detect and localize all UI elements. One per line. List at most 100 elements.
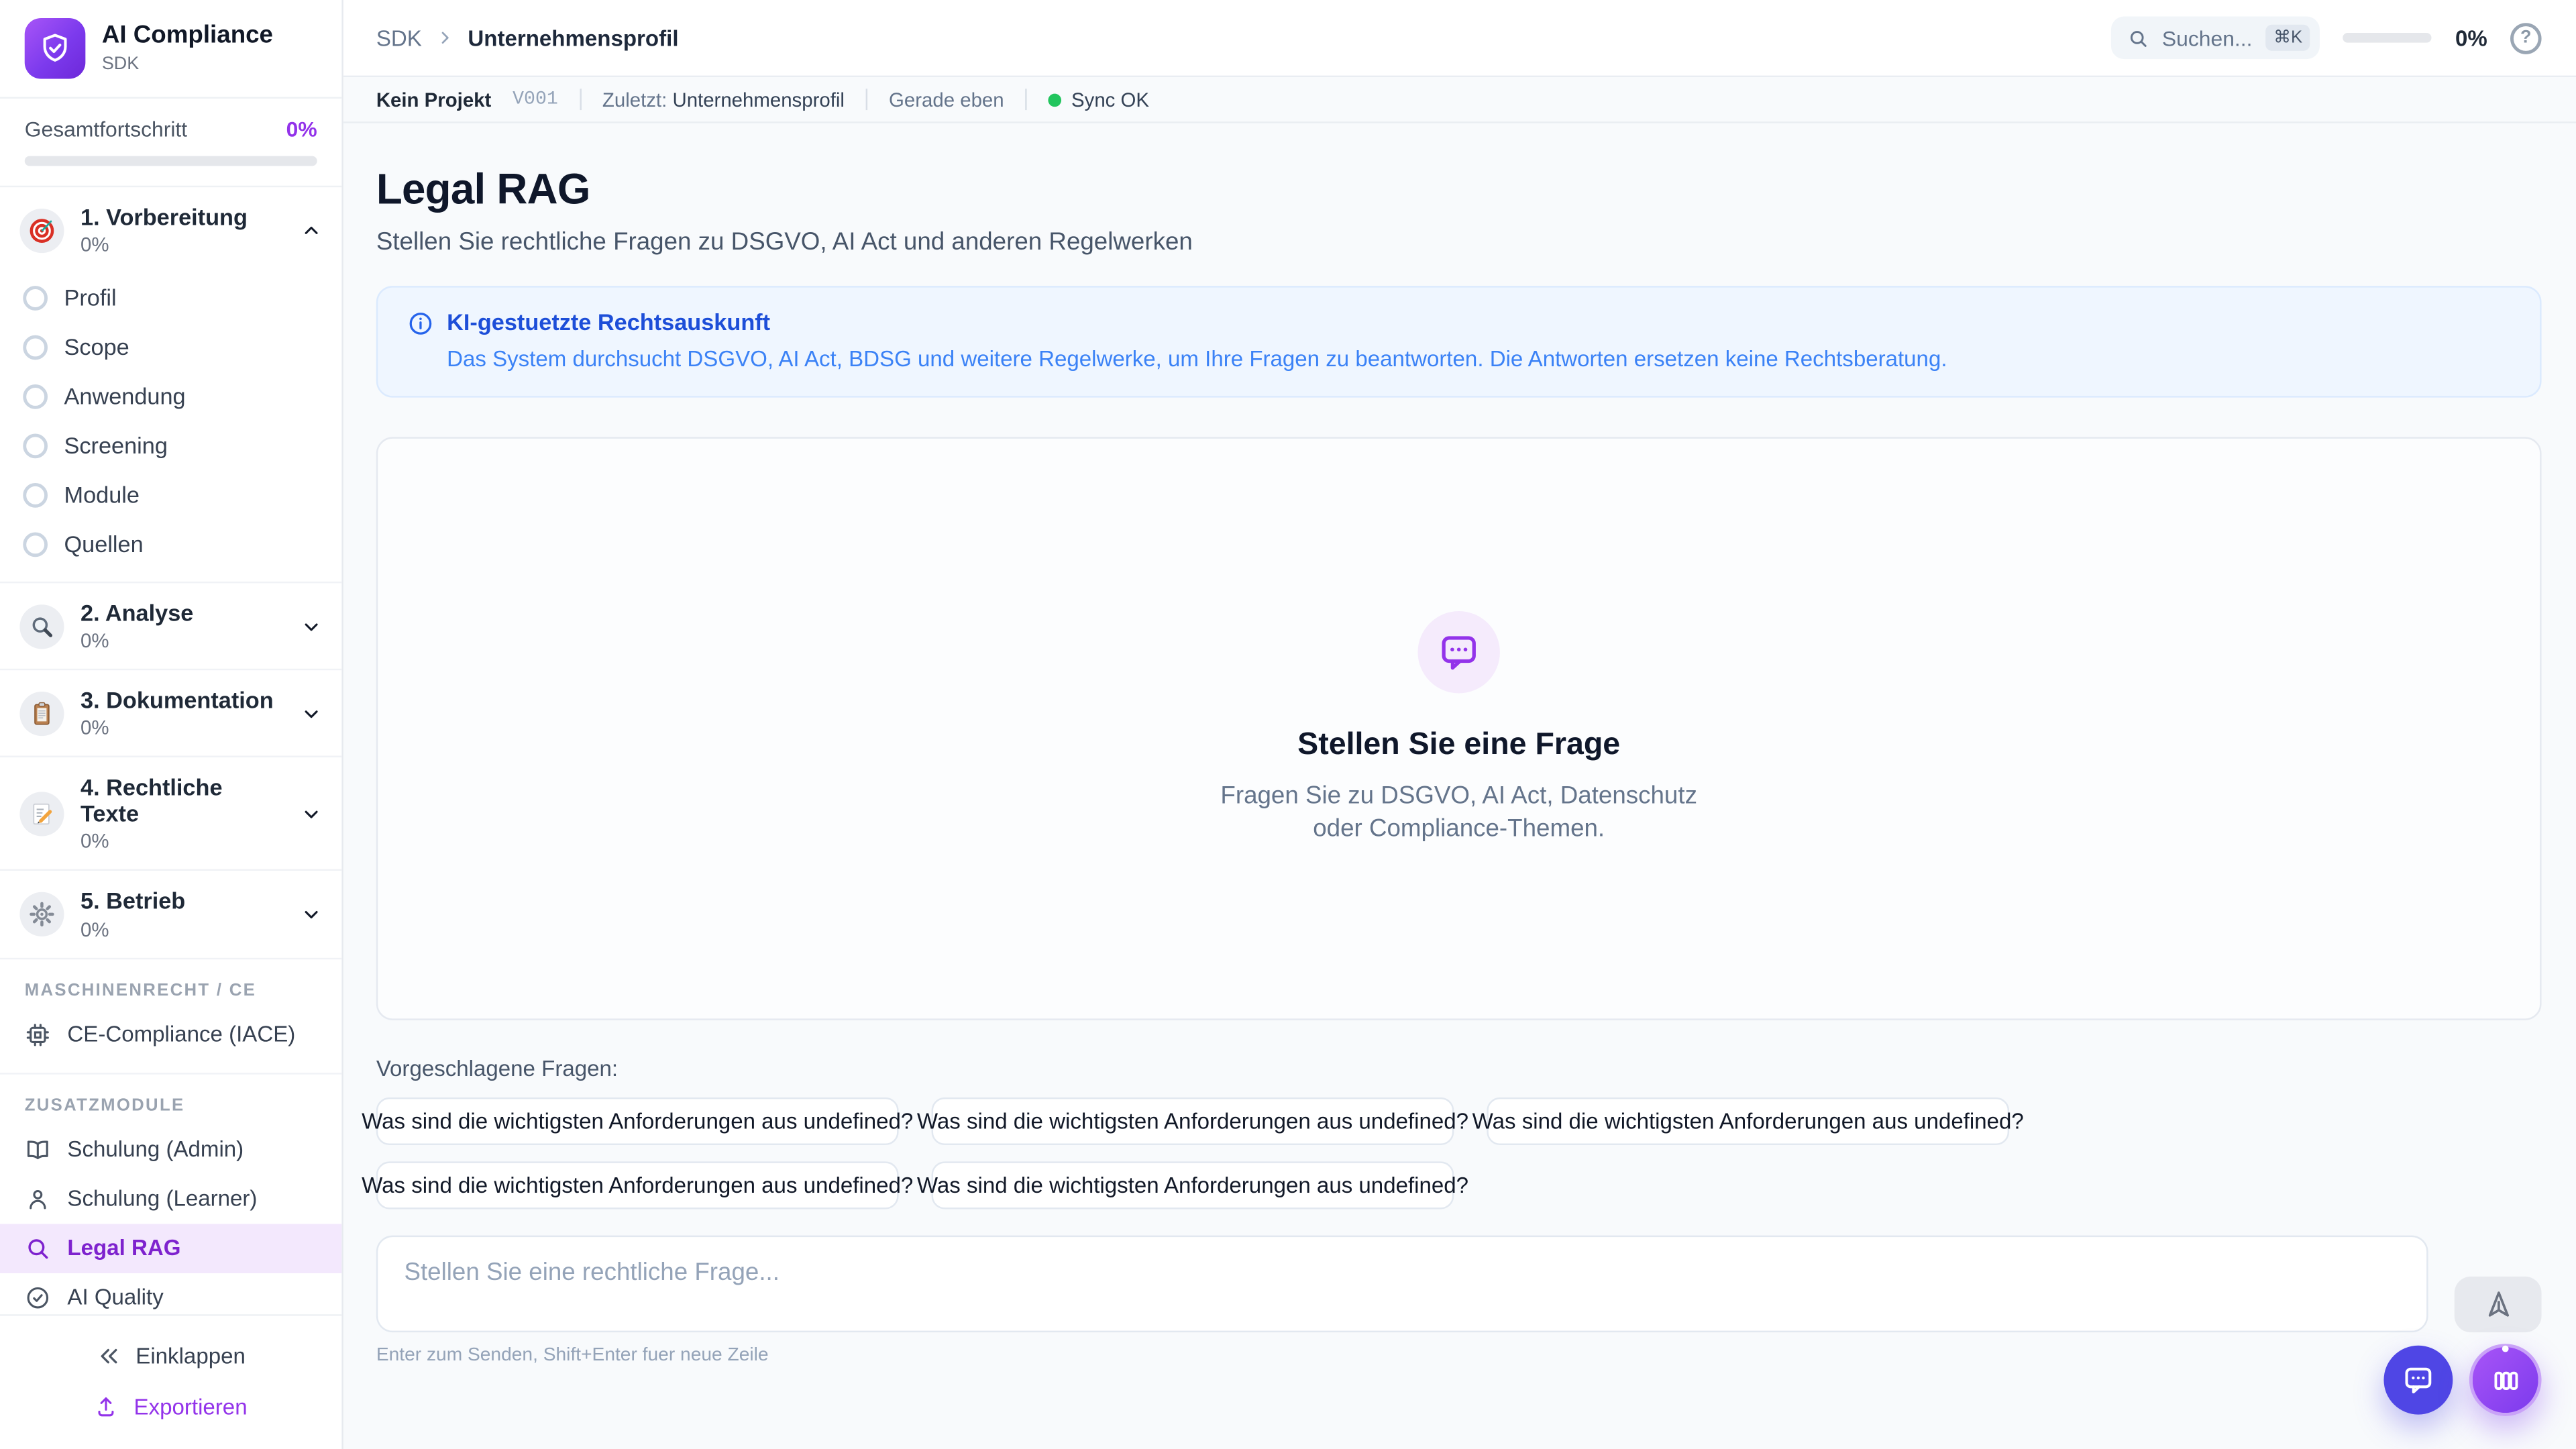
sidebar-item-ai-quality[interactable]: AI Quality [0,1273,341,1314]
version-badge: V001 [513,89,558,110]
composer [376,1236,2542,1332]
chat-bubble-icon [1417,610,1499,692]
chevron-down-icon [301,703,322,724]
export-button[interactable]: Exportieren [0,1382,341,1433]
app-subtitle: SDK [102,54,273,73]
check-circle-icon [25,1284,51,1310]
section-dokumentation: 3. Dokumentation 0% [0,671,341,758]
sidebar-nav: 1. Vorbereitung 0% Profil Scope Anwendun… [0,187,341,1314]
sidebar-item-quellen[interactable]: Quellen [0,519,341,568]
floating-buttons [2383,1344,2541,1416]
overall-progress-label: Gesamtfortschritt [25,117,187,142]
section-header-betrieb[interactable]: 5. Betrieb 0% [0,871,341,957]
breadcrumb-current: Unternehmensprofil [468,25,678,50]
section-rechtliche-texte: 4. Rechtliche Texte 0% [0,758,341,871]
chat-bubble-icon [2402,1364,2434,1397]
double-chevron-left-icon [96,1344,121,1368]
chevron-up-icon [301,219,322,241]
info-title: KI-gestuetzte Rechtsauskunft [447,309,1947,335]
divider [866,89,867,110]
section-header-dokumentation[interactable]: 3. Dokumentation 0% [0,671,341,757]
sidebar-item-schulung-admin[interactable]: Schulung (Admin) [0,1124,341,1173]
topbar-progress-value: 0% [2455,25,2487,50]
app-logo-block: AI Compliance SDK [0,0,341,99]
sidebar-item-profil[interactable]: Profil [0,273,341,322]
chat-fab-button[interactable] [2383,1346,2453,1415]
sidebar-item-legal-rag[interactable]: Legal RAG [0,1223,341,1272]
overall-progress-value: 0% [286,117,317,142]
sidebar-footer: Einklappen Exportieren [0,1314,341,1449]
suggestions-list: Was sind die wichtigsten Anforderungen a… [376,1097,2542,1210]
user-icon [25,1185,51,1212]
columns-icon [2489,1364,2521,1396]
columns-fab-button[interactable] [2469,1344,2542,1416]
section-header-rechtliche-texte[interactable]: 4. Rechtliche Texte 0% [0,758,341,870]
section-header-analyse[interactable]: 2. Analyse 0% [0,584,341,669]
global-search-button[interactable]: Suchen... ⌘K [2111,16,2320,59]
app-title: AI Compliance [102,23,273,50]
status-bar: Kein Projekt V001 Zuletzt: Unternehmensp… [343,77,2576,123]
radio-circle-icon [23,285,48,310]
section-vorbereitung: 1. Vorbereitung 0% Profil Scope Anwendun… [0,187,341,583]
page-subtitle: Stellen Sie rechtliche Fragen zu DSGVO, … [376,228,2542,256]
question-input[interactable] [376,1236,2428,1332]
overall-progress-bar [25,156,317,166]
divider [580,89,581,110]
breadcrumb: SDK Unternehmensprofil [376,25,679,50]
last-saved-time: Gerade eben [889,88,1004,111]
divider [1025,89,1026,110]
shield-check-icon [25,18,86,79]
section-header-vorbereitung[interactable]: 1. Vorbereitung 0% [0,187,341,273]
breadcrumb-root[interactable]: SDK [376,25,422,50]
chip-icon [25,1021,51,1047]
project-name: Kein Projekt [376,88,492,111]
empty-state-title: Stellen Sie eine Frage [1297,727,1620,763]
group-header: ZUSATZMODULE [0,1074,341,1125]
radio-circle-icon [23,433,48,458]
section-title: 1. Vorbereitung [80,204,248,230]
chevron-down-icon [301,803,322,824]
topbar-progress-bar [2343,33,2432,43]
search-placeholder: Suchen... [2162,25,2253,50]
suggested-question-button[interactable]: Was sind die wichtigsten Anforderungen a… [376,1097,899,1145]
section-betrieb: 5. Betrieb 0% [0,871,341,959]
sidebar-item-schulung-learner[interactable]: Schulung (Learner) [0,1174,341,1223]
last-visited: Zuletzt: Unternehmensprofil [602,88,845,111]
suggested-question-button[interactable]: Was sind die wichtigsten Anforderungen a… [1487,1097,2009,1145]
group-zusatzmodule: ZUSATZMODULE Schulung (Admin) Schulung (… [0,1074,341,1315]
chevron-down-icon [301,904,322,925]
suggestions-label: Vorgeschlagene Fragen: [376,1057,2542,1081]
collapse-sidebar-button[interactable]: Einklappen [0,1331,341,1382]
sync-ok-dot-icon [1049,93,1062,106]
gear-icon [19,892,64,936]
sidebar-item-scope[interactable]: Scope [0,322,341,371]
radio-circle-icon [23,482,48,507]
suggested-question-button[interactable]: Was sind die wichtigsten Anforderungen a… [376,1161,899,1209]
help-icon[interactable]: ? [2510,22,2542,54]
topbar: SDK Unternehmensprofil Suchen... ⌘K 0% ? [343,0,2576,77]
sidebar-item-module[interactable]: Module [0,470,341,519]
info-icon [407,311,433,372]
chat-panel: Stellen Sie eine Frage Fragen Sie zu DSG… [376,437,2542,1020]
sidebar-item-anwendung[interactable]: Anwendung [0,372,341,421]
sync-status: Sync OK [1049,88,1149,111]
send-button[interactable] [2455,1277,2542,1332]
suggested-question-button[interactable]: Was sind die wichtigsten Anforderungen a… [932,1161,1454,1209]
main-area: SDK Unternehmensprofil Suchen... ⌘K 0% ?… [343,0,2576,1449]
group-maschinenrecht: MASCHINENRECHT / CE CE-Compliance (IACE) [0,959,341,1073]
info-banner: KI-gestuetzte Rechtsauskunft Das System … [376,286,2542,398]
book-icon [25,1136,51,1163]
topbar-right: Suchen... ⌘K 0% ? [2111,16,2542,59]
suggested-question-button[interactable]: Was sind die wichtigsten Anforderungen a… [932,1097,1454,1145]
section-percent: 0% [80,233,248,256]
chevron-right-icon [435,28,454,48]
radio-circle-icon [23,531,48,556]
overall-progress: Gesamtfortschritt 0% [0,99,341,187]
upload-icon [95,1395,119,1419]
sidebar-item-ce-compliance[interactable]: CE-Compliance (IACE) [0,1010,341,1059]
magnifier-icon [19,604,64,648]
radio-circle-icon [23,384,48,409]
group-header: MASCHINENRECHT / CE [0,959,341,1010]
sidebar-item-screening[interactable]: Screening [0,421,341,470]
app-title-block: AI Compliance SDK [102,23,273,74]
